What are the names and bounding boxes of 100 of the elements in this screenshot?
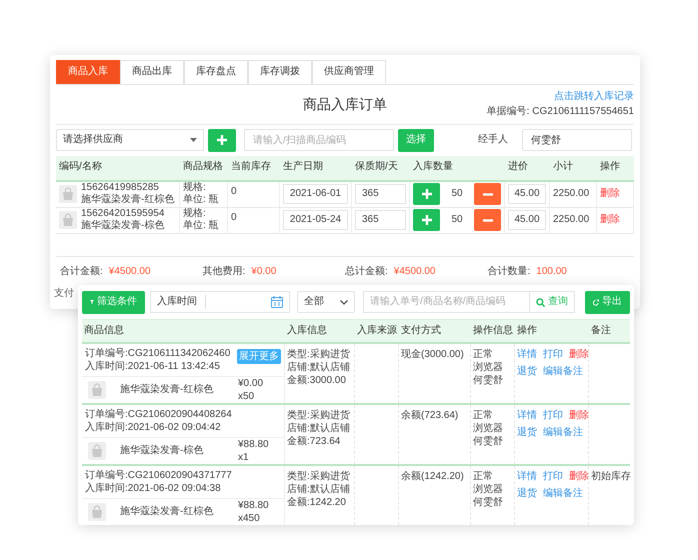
product-name: 施华蔻染发膏-棕色	[120, 445, 204, 457]
add-supplier-button[interactable]	[208, 128, 236, 152]
export-button[interactable]: 导出	[585, 290, 630, 314]
total-value: ¥4500.00	[108, 266, 150, 278]
action-link[interactable]: 编辑备注	[543, 426, 583, 439]
total-label: 合计数量:	[488, 266, 530, 278]
filter-button[interactable]: 筛选条件	[82, 290, 145, 314]
order-number: 订单编号:CG2106020904371777	[85, 469, 232, 482]
tab[interactable]: 库存调拨	[248, 60, 312, 84]
expand-more-button[interactable]: 展开更多	[237, 349, 281, 364]
operation-info: 何雯舒	[473, 374, 503, 387]
column-header: 操作	[599, 161, 621, 174]
delete-link[interactable]: 删除	[569, 409, 589, 422]
column-header: 入库来源	[356, 324, 398, 338]
delete-link[interactable]: 删除	[600, 188, 620, 200]
price-field[interactable]: 45.00	[508, 184, 546, 204]
operation-info: 浏览器	[473, 483, 503, 496]
order-number: 订单编号:CG2106020904408264	[85, 408, 232, 421]
delete-link[interactable]: 删除	[600, 214, 620, 226]
plus-icon	[422, 189, 432, 199]
shopping-bag-icon	[88, 381, 106, 399]
spec-text: 规格:	[183, 182, 206, 194]
payment-method: 余额(723.64)	[401, 409, 458, 422]
tab[interactable]: 库存盘点	[184, 60, 248, 84]
plus-icon	[422, 215, 432, 225]
column-header: 小计	[552, 161, 574, 174]
remark-text: 初始库存	[591, 470, 631, 483]
increase-button[interactable]	[413, 183, 440, 205]
operation-info: 正常	[473, 348, 493, 361]
total-value: ¥4500.00	[394, 266, 436, 278]
action-link[interactable]: 打印	[543, 409, 563, 422]
stock-value: 0	[231, 212, 237, 224]
stock-value: 0	[231, 186, 237, 198]
shopping-bag-icon	[88, 442, 106, 460]
action-link[interactable]: 详情	[517, 348, 537, 361]
action-link[interactable]: 编辑备注	[543, 487, 583, 500]
column-header: 支付方式	[400, 324, 442, 338]
stock-in-info: 金额:723.64	[287, 435, 340, 448]
order-number: 订单编号:CG2106111342062460	[85, 347, 230, 360]
column-header: 操作	[516, 324, 538, 338]
product-quantity: x50	[238, 390, 256, 403]
action-link[interactable]: 详情	[517, 409, 537, 422]
delete-link[interactable]: 删除	[569, 348, 589, 361]
column-header: 备注	[590, 324, 612, 338]
tab[interactable]: 供应商管理	[312, 60, 386, 84]
shopping-bag-icon	[59, 185, 77, 203]
order-time: 入库时间:2021-06-11 13:42:45	[85, 360, 221, 373]
product-price: ¥88.80	[238, 438, 270, 451]
decrease-button[interactable]	[474, 209, 501, 231]
payment-label: 支付	[54, 288, 74, 300]
shelf-life-field[interactable]: 365	[355, 184, 406, 204]
action-link[interactable]: 退货	[517, 487, 537, 500]
operation-info: 正常	[473, 470, 493, 483]
date-field[interactable]: 2021-05-24	[283, 210, 348, 230]
product-price: ¥0.00	[238, 377, 264, 390]
calendar-icon	[271, 296, 283, 308]
product-price: ¥88.80	[238, 499, 270, 512]
handler-field[interactable]: 何雯舒	[522, 129, 632, 151]
total-value: 100.00	[536, 266, 567, 278]
stock-in-info: 店铺:默认店铺	[287, 361, 350, 374]
action-link[interactable]: 打印	[543, 470, 563, 483]
product-quantity: x1	[238, 451, 250, 464]
price-field[interactable]: 45.00	[508, 210, 546, 230]
action-link[interactable]: 退货	[517, 365, 537, 378]
minus-icon	[482, 218, 492, 222]
supplier-select[interactable]: 请选择供应商	[56, 129, 204, 151]
product-code-field[interactable]: 请输入/扫描商品编码	[244, 129, 394, 151]
quantity-value: 50	[451, 214, 463, 226]
product-quantity: x450	[238, 512, 261, 525]
filter-icon	[90, 298, 94, 306]
subtotal-value: 2250.00	[553, 214, 590, 226]
date-range-field[interactable]: 入库时间	[150, 291, 290, 313]
action-link[interactable]: 退货	[517, 426, 537, 439]
date-field[interactable]: 2021-06-01	[283, 184, 348, 204]
unit-text: 单位: 瓶	[183, 220, 219, 232]
tab[interactable]: 商品入库	[56, 60, 120, 84]
tab[interactable]: 商品出库	[120, 60, 184, 84]
order-time: 入库时间:2021-06-02 09:04:42	[85, 421, 222, 434]
minus-icon	[482, 192, 492, 196]
payment-method: 现金(3000.00)	[401, 348, 464, 361]
operation-info: 何雯舒	[473, 496, 503, 509]
product-code: 15626419985285	[81, 182, 160, 194]
decrease-button[interactable]	[474, 183, 501, 205]
export-icon	[593, 298, 599, 306]
shelf-life-field[interactable]: 365	[355, 210, 406, 230]
plus-icon	[217, 135, 227, 145]
action-link[interactable]: 打印	[543, 348, 563, 361]
increase-button[interactable]	[413, 209, 440, 231]
action-link[interactable]: 编辑备注	[543, 365, 583, 378]
delete-link[interactable]: 删除	[569, 470, 589, 483]
records-link[interactable]: 点击跳转入库记录	[554, 90, 634, 103]
payment-method: 余额(1242.20)	[401, 470, 464, 483]
document-number: 单据编号: CG2106111157554651	[486, 106, 634, 118]
unit-text: 单位: 瓶	[183, 194, 219, 206]
choose-button[interactable]: 选择	[398, 128, 434, 152]
column-header: 入库数量	[412, 161, 454, 174]
status-select[interactable]: 全部	[297, 291, 355, 313]
caret-icon	[190, 138, 197, 142]
spec-text: 规格:	[183, 208, 206, 220]
action-link[interactable]: 详情	[517, 470, 537, 483]
